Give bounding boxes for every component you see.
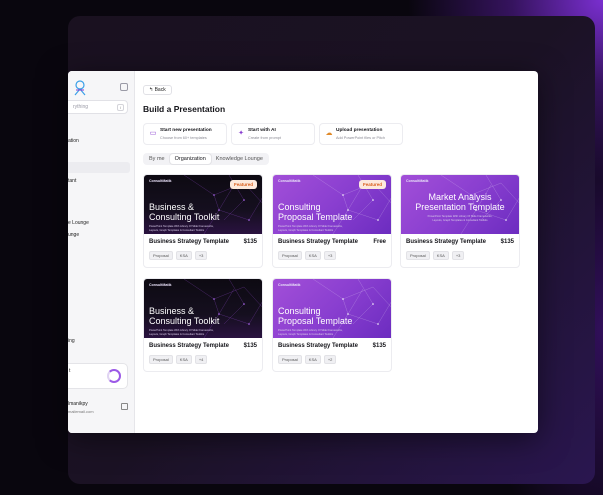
upload-icon: ☁ [325, 130, 333, 137]
template-thumbnail: ConsultMatik Featured Consulting Proposa… [273, 175, 391, 234]
file-icon: ▭ [149, 130, 157, 137]
action-subtitle: Add PowerPoint files or Pitch [336, 136, 385, 140]
tag[interactable]: +3 [323, 251, 337, 260]
app-window: rything / ation tant e Lounge unge ing t… [68, 71, 538, 433]
thumbnail-subtitle-line2: Layouts, Graph Templates & Consultant To… [149, 228, 205, 232]
thumbnail-subtitle-line2: Layouts, Graph Templates & Consultant To… [278, 228, 334, 232]
logout-icon[interactable] [121, 403, 128, 410]
tag[interactable]: KSA [304, 355, 321, 364]
sidebar: rything / ation tant e Lounge unge ing t… [68, 71, 135, 433]
action-title: Upload presentation [336, 128, 383, 133]
template-price: $135 [243, 343, 257, 349]
tag-list: Proposal KSA +3 [278, 251, 337, 260]
tag-list: Proposal KSA +4 [149, 355, 208, 364]
action-subtitle: Choose from 60+ templates [160, 136, 207, 140]
promo-label: t [69, 368, 71, 374]
tag-list: Proposal KSA +3 [406, 251, 465, 260]
tag[interactable]: +3 [194, 251, 208, 260]
tab-by-me[interactable]: By me [144, 154, 170, 164]
template-thumbnail: ConsultMatik Market Analysis Presentatio… [401, 175, 519, 234]
template-name: Business Strategy Template [149, 239, 229, 245]
template-card[interactable]: ConsultMatik Business & Consulting Toolk… [143, 278, 263, 372]
brand-logo: ConsultMatik [406, 179, 429, 183]
template-name: Business Strategy Template [278, 239, 358, 245]
sidebar-item-billing[interactable]: ing [68, 338, 75, 344]
sidebar-item-presentation[interactable]: ation [68, 138, 79, 144]
sidebar-collapse-icon[interactable] [120, 83, 128, 91]
user-name: lmanikpy [68, 401, 88, 407]
thumbnail-subtitle-line2: Layouts, Graph Templates & Consultant To… [149, 332, 205, 336]
featured-badge: Featured [358, 180, 386, 189]
tag[interactable]: KSA [304, 251, 321, 260]
tag[interactable]: Proposal [149, 251, 173, 260]
sparkle-icon: ✦ [238, 130, 244, 137]
start-with-ai-button[interactable]: ✦ Start with AI Create from prompt [231, 123, 315, 145]
template-thumbnail: ConsultMatik Business & Consulting Toolk… [144, 279, 262, 338]
thumbnail-title-line2: Presentation Template [415, 202, 505, 212]
tag[interactable]: KSA [432, 251, 449, 260]
thumbnail-title-line2: Consulting Toolkit [149, 212, 220, 222]
main-content: ↰ Back Build a Presentation ▭ Start new … [135, 71, 538, 433]
back-label: Back [154, 87, 166, 93]
sidebar-item-active[interactable] [68, 162, 130, 173]
tag[interactable]: Proposal [149, 355, 173, 364]
brand-logo: ConsultMatik [149, 179, 172, 183]
start-new-presentation-button[interactable]: ▭ Start new presentation Choose from 60+… [143, 123, 227, 145]
tab-organization[interactable]: Organization [169, 154, 211, 164]
tag[interactable]: +2 [323, 355, 337, 364]
brand-logo: ConsultMatik [278, 179, 301, 183]
tag[interactable]: Proposal [278, 251, 302, 260]
back-button[interactable]: ↰ Back [143, 85, 172, 95]
tag[interactable]: +4 [194, 355, 208, 364]
upload-presentation-button[interactable]: ☁ Upload presentation Add PowerPoint fil… [319, 123, 403, 145]
tag-list: Proposal KSA +3 [149, 251, 208, 260]
upgrade-promo[interactable]: t [68, 363, 128, 389]
thumbnail-title-line2: Proposal Template [278, 212, 353, 222]
template-thumbnail: ConsultMatik Consulting Proposal Templat… [273, 279, 391, 338]
progress-ring-icon [107, 369, 121, 383]
tag[interactable]: +3 [451, 251, 465, 260]
sidebar-item-knowledge-lounge[interactable]: e Lounge [68, 220, 89, 226]
tab-bar: By me Organization Knowledge Lounge [143, 153, 269, 165]
thumbnail-title-line2: Consulting Toolkit [149, 316, 220, 326]
template-name: Business Strategy Template [406, 239, 486, 245]
search-shortcut: / [117, 104, 124, 111]
logo-icon [74, 80, 86, 96]
template-name: Business Strategy Template [149, 343, 229, 349]
search-input[interactable]: rything / [68, 100, 128, 114]
thumbnail-subtitle-line2: Layouts, Graph Templates & Consultant To… [278, 332, 334, 336]
brand-logo: ConsultMatik [149, 283, 172, 287]
thumbnail-title-line2: Proposal Template [278, 316, 353, 326]
template-thumbnail: ConsultMatik Featured Business & Consult… [144, 175, 262, 234]
template-price: $135 [372, 343, 386, 349]
template-price: $135 [243, 239, 257, 245]
template-card[interactable]: ConsultMatik Consulting Proposal Templat… [272, 278, 392, 372]
tab-knowledge-lounge[interactable]: Knowledge Lounge [211, 154, 268, 164]
user-email: mailemail.com [68, 409, 94, 414]
action-title: Start new presentation [160, 128, 212, 133]
template-name: Business Strategy Template [278, 343, 358, 349]
template-card[interactable]: ConsultMatik Featured Consulting Proposa… [272, 174, 392, 268]
tag[interactable]: KSA [175, 251, 192, 260]
template-price: Free [373, 239, 386, 245]
action-subtitle: Create from prompt [248, 136, 281, 140]
template-card[interactable]: ConsultMatik Featured Business & Consult… [143, 174, 263, 268]
tag[interactable]: KSA [175, 355, 192, 364]
search-placeholder: rything [73, 104, 89, 110]
sidebar-item-lounge[interactable]: unge [68, 232, 79, 238]
featured-badge: Featured [229, 180, 257, 189]
page-title: Build a Presentation [143, 104, 226, 114]
action-title: Start with AI [248, 128, 276, 133]
brand-logo: ConsultMatik [278, 283, 301, 287]
sidebar-item-assistant[interactable]: tant [68, 178, 76, 184]
user-profile[interactable]: lmanikpy mailemail.com [68, 401, 94, 415]
tag[interactable]: Proposal [406, 251, 430, 260]
tag-list: Proposal KSA +2 [278, 355, 337, 364]
template-card[interactable]: ConsultMatik Market Analysis Presentatio… [400, 174, 520, 268]
template-price: $135 [500, 239, 514, 245]
thumbnail-subtitle-line2: Layouts, Graph Templates & Consultant To… [432, 218, 488, 222]
tag[interactable]: Proposal [278, 355, 302, 364]
